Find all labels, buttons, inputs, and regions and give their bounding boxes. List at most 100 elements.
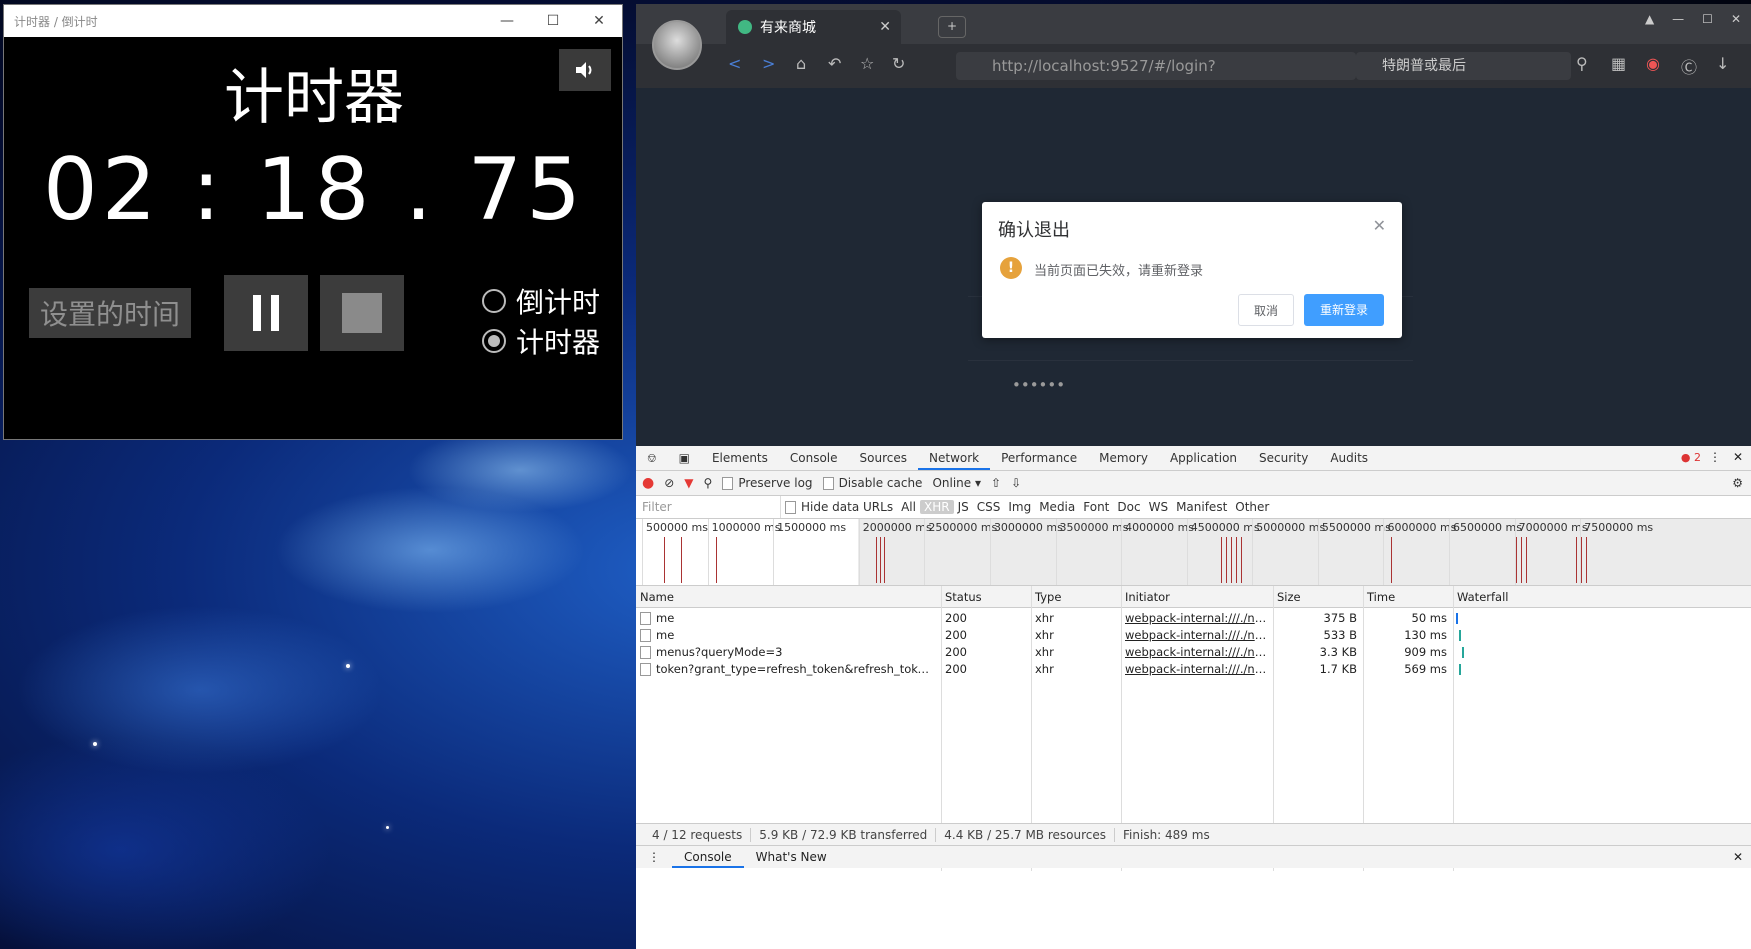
- cancel-button[interactable]: 取消: [1238, 294, 1294, 326]
- filter-ws[interactable]: WS: [1145, 500, 1172, 514]
- error-badge[interactable]: ● 2: [1681, 451, 1701, 464]
- relogin-button[interactable]: 重新登录: [1304, 294, 1384, 326]
- file-icon: [640, 629, 651, 642]
- minimize-button[interactable]: —: [1672, 12, 1684, 26]
- maximize-button[interactable]: ☐: [1702, 12, 1713, 26]
- export-icon[interactable]: ⇩: [1011, 476, 1021, 490]
- preserve-log-checkbox[interactable]: Preserve log: [722, 476, 813, 490]
- filter-media[interactable]: Media: [1035, 500, 1079, 514]
- close-button[interactable]: ✕: [576, 5, 622, 37]
- apps-icon[interactable]: ▦: [1611, 54, 1626, 73]
- overview-gridline: [924, 519, 926, 585]
- settings-gear-icon[interactable]: ⚙: [1732, 476, 1743, 490]
- mode-timer-label: 计时器: [516, 326, 601, 359]
- tab-security[interactable]: Security: [1248, 446, 1319, 470]
- status-bar: 4 / 12 requests 5.9 KB / 72.9 KB transfe…: [636, 823, 1751, 845]
- dialog-close-icon[interactable]: ✕: [1373, 216, 1386, 235]
- browser-tab[interactable]: 有来商城 ✕: [726, 10, 901, 44]
- tab-elements[interactable]: Elements: [701, 446, 779, 470]
- filter-img[interactable]: Img: [1004, 500, 1035, 514]
- address-bar[interactable]: http://localhost:9527/#/login?: [956, 52, 1356, 80]
- filter-doc[interactable]: Doc: [1113, 500, 1144, 514]
- drawer-tab-console[interactable]: Console: [672, 846, 744, 868]
- extension-icon[interactable]: Ⓒ: [1681, 54, 1697, 78]
- star-icon[interactable]: ☆: [860, 54, 874, 73]
- close-button[interactable]: ✕: [1731, 12, 1741, 26]
- tab-performance[interactable]: Performance: [990, 446, 1088, 470]
- network-overview[interactable]: 500000 ms 1000000 ms 1500000 ms 2000000 ms 2…: [636, 519, 1751, 586]
- drawer-menu-icon[interactable]: ⋮: [636, 846, 672, 868]
- table-row[interactable]: token?grant_type=refresh_token&refresh_t…: [636, 661, 1751, 678]
- stop-button[interactable]: [320, 275, 404, 351]
- radio-countdown[interactable]: [482, 289, 506, 313]
- tab-console[interactable]: Console: [779, 446, 849, 470]
- tab-memory[interactable]: Memory: [1088, 446, 1159, 470]
- maximize-button[interactable]: ☐: [530, 5, 576, 37]
- minimize-button[interactable]: —: [484, 5, 530, 37]
- hide-data-urls-checkbox[interactable]: Hide data URLs: [781, 500, 897, 514]
- device-toggle-icon[interactable]: ▣: [668, 446, 701, 470]
- mode-countdown-option[interactable]: 倒计时: [482, 281, 600, 321]
- drawer-close-icon[interactable]: ✕: [1733, 850, 1743, 864]
- sound-button[interactable]: [559, 49, 611, 91]
- clear-icon[interactable]: ⊘: [664, 476, 674, 490]
- column-header-waterfall[interactable]: Waterfall: [1453, 586, 1751, 608]
- filter-input[interactable]: Filter: [636, 496, 781, 518]
- cell-initiator[interactable]: webpack-internal:///./node_...: [1125, 644, 1267, 661]
- shirt-icon[interactable]: ▲: [1645, 12, 1654, 26]
- import-icon[interactable]: ⇧: [991, 476, 1001, 490]
- cell-initiator[interactable]: webpack-internal:///./node_...: [1125, 627, 1267, 644]
- tab-title: 有来商城: [760, 20, 816, 36]
- tab-network[interactable]: Network: [918, 446, 991, 470]
- filter-font[interactable]: Font: [1079, 500, 1113, 514]
- new-tab-button[interactable]: +: [938, 16, 966, 38]
- drawer-tab-whats-new[interactable]: What's New: [744, 846, 839, 868]
- search-box[interactable]: 特朗普或最后: [1356, 52, 1571, 80]
- filter-js[interactable]: JS: [954, 500, 973, 514]
- mode-timer-option[interactable]: 计时器: [482, 321, 600, 361]
- tab-application[interactable]: Application: [1159, 446, 1248, 470]
- table-row[interactable]: me 200 xhr webpack-internal:///./node_... 53…: [636, 627, 1751, 644]
- reload-icon[interactable]: ↻: [892, 54, 905, 73]
- throttle-select[interactable]: Online ▾: [932, 476, 981, 490]
- search-icon[interactable]: ⚲: [1576, 54, 1588, 73]
- avatar[interactable]: [652, 20, 702, 70]
- table-row[interactable]: menus?queryMode=3 200 xhr webpack-internal:…: [636, 644, 1751, 661]
- pause-button[interactable]: [224, 275, 308, 351]
- filter-icon[interactable]: ▼: [684, 476, 693, 490]
- game-icon[interactable]: ◉: [1646, 54, 1660, 73]
- close-devtools-icon[interactable]: ✕: [1733, 450, 1743, 464]
- cell-initiator[interactable]: webpack-internal:///./node_...: [1125, 610, 1267, 627]
- column-header-initiator[interactable]: Initiator: [1121, 586, 1273, 608]
- cell-initiator[interactable]: webpack-internal:///./node_...: [1125, 661, 1267, 678]
- inspect-icon[interactable]: ⎊: [636, 446, 668, 470]
- overview-tick-label: 3500000 ms: [1059, 521, 1129, 534]
- home-icon[interactable]: ⌂: [796, 54, 806, 73]
- filter-all[interactable]: All: [897, 500, 920, 514]
- menu-icon[interactable]: ⋮: [1709, 450, 1721, 464]
- tab-sources[interactable]: Sources: [849, 446, 918, 470]
- filter-other[interactable]: Other: [1231, 500, 1273, 514]
- tab-close-icon[interactable]: ✕: [879, 19, 891, 35]
- tab-audits[interactable]: Audits: [1319, 446, 1379, 470]
- filter-css[interactable]: CSS: [973, 500, 1005, 514]
- record-icon[interactable]: ●: [642, 475, 654, 491]
- column-header-type[interactable]: Type: [1031, 586, 1121, 608]
- forward-icon[interactable]: >: [762, 54, 775, 73]
- filter-manifest[interactable]: Manifest: [1172, 500, 1231, 514]
- filter-xhr[interactable]: XHR: [919, 500, 954, 514]
- table-row[interactable]: me 200 xhr webpack-internal:///./node_... 37…: [636, 610, 1751, 627]
- column-header-name[interactable]: Name: [636, 586, 941, 608]
- cell-time: 909 ms: [1404, 645, 1447, 659]
- back-icon[interactable]: <: [728, 54, 741, 73]
- column-header-status[interactable]: Status: [941, 586, 1031, 608]
- search-icon[interactable]: ⚲: [704, 476, 713, 490]
- radio-timer[interactable]: [482, 329, 506, 353]
- waterfall-bar: [1456, 613, 1458, 624]
- disable-cache-checkbox[interactable]: Disable cache: [822, 476, 922, 490]
- set-time-input[interactable]: 设置的时间: [29, 288, 191, 338]
- undo-icon[interactable]: ↶: [828, 54, 841, 73]
- download-icon[interactable]: ↓: [1716, 54, 1729, 73]
- column-header-size[interactable]: Size: [1273, 586, 1363, 608]
- column-header-time[interactable]: Time: [1363, 586, 1453, 608]
